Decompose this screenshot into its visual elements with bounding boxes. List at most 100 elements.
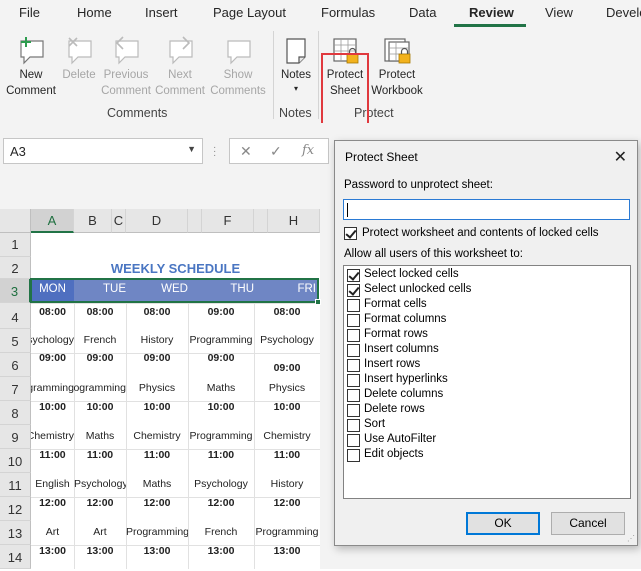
schedule-cell[interactable]: Psychology [74, 478, 126, 490]
row-header-1[interactable]: 1 [0, 233, 31, 257]
row-header-11[interactable]: 11 [0, 473, 31, 497]
schedule-cell[interactable]: 13:00 [254, 545, 320, 557]
schedule-cell[interactable]: Art [74, 526, 126, 538]
schedule-cell[interactable]: Programming [126, 526, 188, 538]
option-checkbox[interactable] [347, 389, 360, 402]
column-header-d[interactable]: D [126, 209, 188, 233]
schedule-cell[interactable]: 13:00 [188, 545, 254, 557]
ok-button[interactable]: OK [466, 512, 540, 535]
previous-comment-button[interactable]: Previous Comment [100, 35, 152, 99]
schedule-cell[interactable]: 11:00 [254, 449, 320, 461]
schedule-cell[interactable]: Psychology [31, 334, 74, 346]
list-item[interactable]: Insert columns [347, 343, 627, 358]
next-comment-button[interactable]: Next Comment [154, 35, 206, 99]
password-input[interactable] [343, 199, 630, 220]
schedule-cell[interactable]: 08:00 [254, 306, 320, 318]
schedule-cell[interactable]: 12:00 [254, 497, 320, 509]
tab-data[interactable]: Data [409, 5, 436, 20]
tab-file[interactable]: File [19, 5, 40, 20]
schedule-cell[interactable]: Programming [188, 334, 254, 346]
row-header-9[interactable]: 9 [0, 425, 31, 449]
schedule-cell[interactable]: 13:00 [74, 545, 126, 557]
list-item[interactable]: Format cells [347, 298, 627, 313]
schedule-cell[interactable]: 09:00 [126, 352, 188, 364]
row-header-5[interactable]: 5 [0, 329, 31, 353]
tab-formulas[interactable]: Formulas [321, 5, 375, 20]
schedule-cell[interactable]: 08:00 [74, 306, 126, 318]
option-checkbox[interactable] [347, 329, 360, 342]
schedule-cell[interactable]: Physics [254, 382, 320, 394]
schedule-cell[interactable]: Chemistry [31, 430, 74, 442]
fill-handle[interactable] [315, 299, 321, 305]
column-header-g[interactable] [254, 209, 268, 233]
protect-contents-checkbox[interactable] [344, 227, 357, 240]
schedule-cell[interactable]: 13:00 [31, 545, 74, 557]
schedule-cell[interactable]: 11:00 [126, 449, 188, 461]
list-item[interactable]: Format rows [347, 328, 627, 343]
schedule-cell[interactable]: Chemistry [254, 430, 320, 442]
option-checkbox[interactable] [347, 344, 360, 357]
resize-grip-icon[interactable]: ⋰ [627, 534, 635, 543]
schedule-cell[interactable]: English [31, 478, 74, 490]
protect-workbook-button[interactable]: Protect Workbook [368, 35, 426, 99]
row-header-14[interactable]: 14 [0, 545, 31, 569]
list-item[interactable]: Use AutoFilter [347, 433, 627, 448]
row-header-12[interactable]: 12 [0, 497, 31, 521]
schedule-cell[interactable]: Maths [188, 382, 254, 394]
list-item[interactable]: Delete rows [347, 403, 627, 418]
list-item[interactable]: Sort [347, 418, 627, 433]
row-header-13[interactable]: 13 [0, 521, 31, 545]
row-header-2[interactable]: 2 [0, 257, 31, 279]
name-box[interactable]: A3 ▼ [3, 138, 203, 164]
schedule-cell[interactable]: 10:00 [188, 401, 254, 413]
schedule-cell[interactable]: 08:00 [31, 306, 74, 318]
schedule-cell[interactable]: 10:00 [31, 401, 74, 413]
schedule-cell[interactable]: 09:00 [188, 306, 254, 318]
list-item[interactable]: Insert hyperlinks [347, 373, 627, 388]
list-item[interactable]: Format columns [347, 313, 627, 328]
schedule-cell[interactable]: 11:00 [74, 449, 126, 461]
schedule-cell[interactable]: Maths [74, 430, 126, 442]
option-checkbox[interactable] [347, 374, 360, 387]
schedule-cell[interactable]: History [254, 478, 320, 490]
list-item[interactable]: Delete columns [347, 388, 627, 403]
schedule-cell[interactable]: Programming [74, 382, 126, 394]
schedule-cell[interactable]: 09:00 [74, 352, 126, 364]
list-item[interactable]: Select locked cells [347, 268, 627, 283]
schedule-cell[interactable]: History [126, 334, 188, 346]
column-header-e[interactable] [188, 209, 202, 233]
schedule-cell[interactable]: 12:00 [188, 497, 254, 509]
schedule-cell[interactable]: 09:00 [188, 352, 254, 364]
row-header-4[interactable]: 4 [0, 303, 31, 329]
row-header-3[interactable]: 3 [0, 279, 31, 303]
option-checkbox[interactable] [347, 449, 360, 462]
delete-comment-button[interactable]: Delete [58, 35, 100, 83]
list-item[interactable]: Edit objects [347, 448, 627, 463]
schedule-cell[interactable]: 11:00 [188, 449, 254, 461]
option-checkbox[interactable] [347, 434, 360, 447]
schedule-cell[interactable]: Physics [126, 382, 188, 394]
option-checkbox[interactable] [347, 419, 360, 432]
schedule-cell[interactable]: 12:00 [74, 497, 126, 509]
schedule-cell[interactable]: Programming [188, 430, 254, 442]
tab-page-layout[interactable]: Page Layout [213, 5, 286, 20]
schedule-cell[interactable]: 08:00 [126, 306, 188, 318]
tab-insert[interactable]: Insert [145, 5, 178, 20]
chevron-down-icon[interactable]: ▼ [187, 144, 196, 154]
option-checkbox[interactable] [347, 314, 360, 327]
schedule-cell[interactable]: 10:00 [126, 401, 188, 413]
schedule-cell[interactable]: French [74, 334, 126, 346]
column-header-c[interactable]: C [112, 209, 126, 233]
schedule-cell[interactable]: 09:00 [31, 352, 74, 364]
schedule-cell[interactable]: 10:00 [74, 401, 126, 413]
list-item[interactable]: Select unlocked cells [347, 283, 627, 298]
option-checkbox[interactable] [347, 359, 360, 372]
option-checkbox[interactable] [347, 299, 360, 312]
tab-home[interactable]: Home [77, 5, 112, 20]
permissions-list[interactable]: Select locked cells Select unlocked cell… [343, 265, 631, 499]
schedule-cell[interactable]: Psychology [188, 478, 254, 490]
schedule-cell[interactable]: Programming [31, 382, 74, 394]
schedule-cell[interactable]: Maths [126, 478, 188, 490]
column-header-h[interactable]: H [268, 209, 320, 233]
schedule-cell[interactable]: Programming [254, 526, 320, 538]
